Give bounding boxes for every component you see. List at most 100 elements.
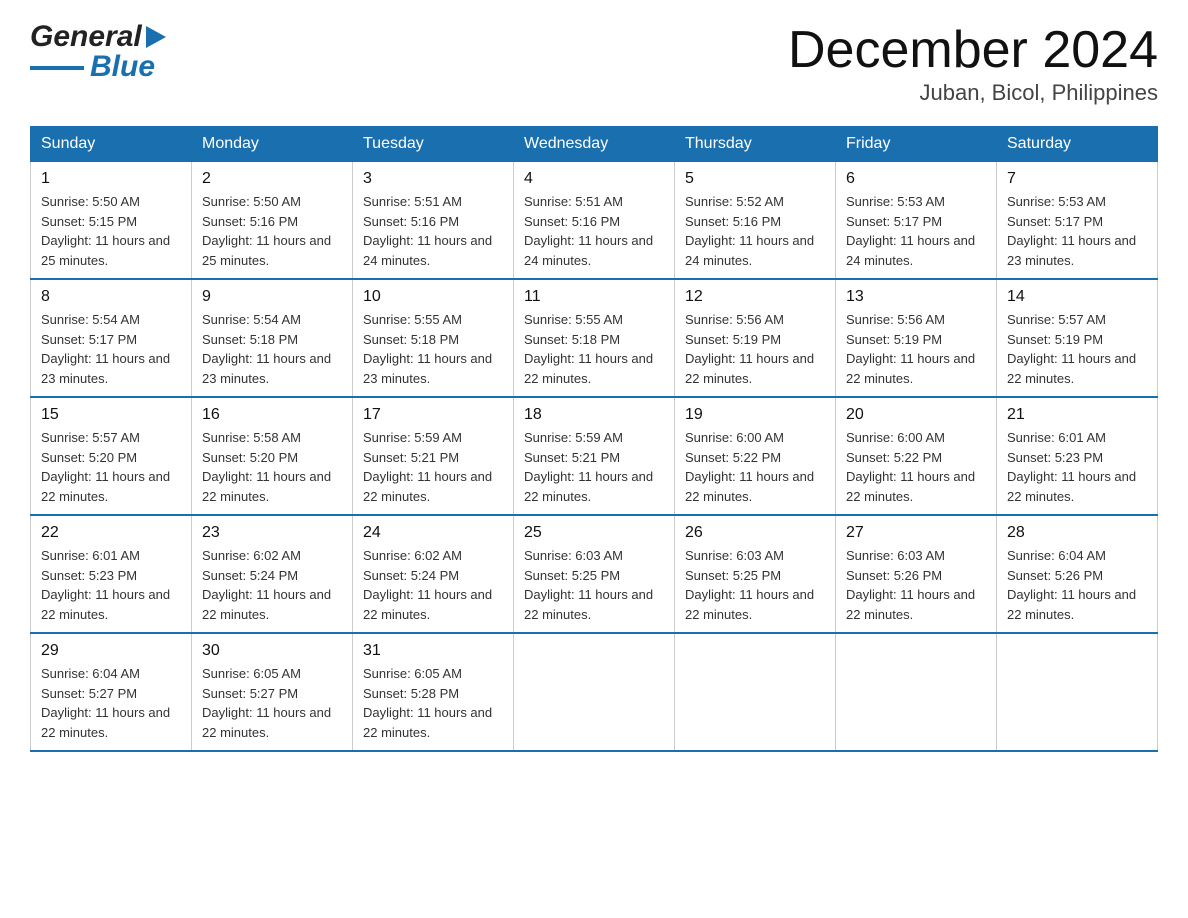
day-number: 21 [1007,406,1147,424]
day-info: Sunrise: 5:59 AMSunset: 5:21 PMDaylight:… [524,430,653,504]
calendar-day-cell [675,633,836,751]
calendar-day-cell: 17 Sunrise: 5:59 AMSunset: 5:21 PMDaylig… [353,397,514,515]
calendar-day-cell: 16 Sunrise: 5:58 AMSunset: 5:20 PMDaylig… [192,397,353,515]
logo-arrow-icon [146,26,166,53]
day-number: 5 [685,170,825,188]
day-info: Sunrise: 6:01 AMSunset: 5:23 PMDaylight:… [1007,430,1136,504]
day-info: Sunrise: 6:04 AMSunset: 5:27 PMDaylight:… [41,666,170,740]
calendar-day-cell: 13 Sunrise: 5:56 AMSunset: 5:19 PMDaylig… [836,279,997,397]
calendar-day-cell: 28 Sunrise: 6:04 AMSunset: 5:26 PMDaylig… [997,515,1158,633]
calendar-header-row: SundayMondayTuesdayWednesdayThursdayFrid… [31,127,1158,162]
calendar-day-cell: 3 Sunrise: 5:51 AMSunset: 5:16 PMDayligh… [353,162,514,280]
day-number: 1 [41,170,181,188]
calendar-week-row: 22 Sunrise: 6:01 AMSunset: 5:23 PMDaylig… [31,515,1158,633]
calendar-day-cell [514,633,675,751]
calendar-week-row: 15 Sunrise: 5:57 AMSunset: 5:20 PMDaylig… [31,397,1158,515]
calendar-table: SundayMondayTuesdayWednesdayThursdayFrid… [30,126,1158,752]
calendar-day-cell: 11 Sunrise: 5:55 AMSunset: 5:18 PMDaylig… [514,279,675,397]
calendar-day-cell: 24 Sunrise: 6:02 AMSunset: 5:24 PMDaylig… [353,515,514,633]
day-number: 28 [1007,524,1147,542]
day-info: Sunrise: 5:50 AMSunset: 5:15 PMDaylight:… [41,194,170,268]
calendar-day-cell: 5 Sunrise: 5:52 AMSunset: 5:16 PMDayligh… [675,162,836,280]
day-number: 2 [202,170,342,188]
calendar-day-header: Wednesday [514,127,675,162]
calendar-day-cell: 30 Sunrise: 6:05 AMSunset: 5:27 PMDaylig… [192,633,353,751]
logo-general-text: General [30,20,142,54]
calendar-day-cell [997,633,1158,751]
calendar-day-header: Friday [836,127,997,162]
day-info: Sunrise: 5:54 AMSunset: 5:18 PMDaylight:… [202,312,331,386]
day-number: 7 [1007,170,1147,188]
day-info: Sunrise: 5:50 AMSunset: 5:16 PMDaylight:… [202,194,331,268]
day-info: Sunrise: 6:02 AMSunset: 5:24 PMDaylight:… [363,548,492,622]
day-info: Sunrise: 5:59 AMSunset: 5:21 PMDaylight:… [363,430,492,504]
day-number: 19 [685,406,825,424]
calendar-day-header: Sunday [31,127,192,162]
day-info: Sunrise: 6:00 AMSunset: 5:22 PMDaylight:… [846,430,975,504]
day-number: 3 [363,170,503,188]
day-info: Sunrise: 6:05 AMSunset: 5:28 PMDaylight:… [363,666,492,740]
day-number: 23 [202,524,342,542]
day-info: Sunrise: 6:00 AMSunset: 5:22 PMDaylight:… [685,430,814,504]
calendar-day-cell: 18 Sunrise: 5:59 AMSunset: 5:21 PMDaylig… [514,397,675,515]
logo: General Blue [30,20,166,84]
day-number: 14 [1007,288,1147,306]
calendar-day-cell: 8 Sunrise: 5:54 AMSunset: 5:17 PMDayligh… [31,279,192,397]
calendar-day-cell: 9 Sunrise: 5:54 AMSunset: 5:18 PMDayligh… [192,279,353,397]
day-number: 24 [363,524,503,542]
calendar-day-header: Thursday [675,127,836,162]
day-info: Sunrise: 5:55 AMSunset: 5:18 PMDaylight:… [363,312,492,386]
calendar-day-cell: 25 Sunrise: 6:03 AMSunset: 5:25 PMDaylig… [514,515,675,633]
calendar-day-cell: 7 Sunrise: 5:53 AMSunset: 5:17 PMDayligh… [997,162,1158,280]
day-info: Sunrise: 5:57 AMSunset: 5:20 PMDaylight:… [41,430,170,504]
day-info: Sunrise: 6:02 AMSunset: 5:24 PMDaylight:… [202,548,331,622]
calendar-day-cell: 26 Sunrise: 6:03 AMSunset: 5:25 PMDaylig… [675,515,836,633]
calendar-day-cell: 15 Sunrise: 5:57 AMSunset: 5:20 PMDaylig… [31,397,192,515]
day-info: Sunrise: 5:57 AMSunset: 5:19 PMDaylight:… [1007,312,1136,386]
calendar-day-cell: 19 Sunrise: 6:00 AMSunset: 5:22 PMDaylig… [675,397,836,515]
calendar-week-row: 29 Sunrise: 6:04 AMSunset: 5:27 PMDaylig… [31,633,1158,751]
day-number: 15 [41,406,181,424]
day-info: Sunrise: 6:01 AMSunset: 5:23 PMDaylight:… [41,548,170,622]
calendar-day-cell: 29 Sunrise: 6:04 AMSunset: 5:27 PMDaylig… [31,633,192,751]
logo-blue-text: Blue [90,50,155,84]
day-number: 12 [685,288,825,306]
day-info: Sunrise: 5:51 AMSunset: 5:16 PMDaylight:… [363,194,492,268]
day-number: 16 [202,406,342,424]
calendar-day-cell: 22 Sunrise: 6:01 AMSunset: 5:23 PMDaylig… [31,515,192,633]
calendar-day-cell: 10 Sunrise: 5:55 AMSunset: 5:18 PMDaylig… [353,279,514,397]
calendar-day-cell: 6 Sunrise: 5:53 AMSunset: 5:17 PMDayligh… [836,162,997,280]
day-number: 20 [846,406,986,424]
day-number: 30 [202,642,342,660]
day-number: 29 [41,642,181,660]
day-info: Sunrise: 5:53 AMSunset: 5:17 PMDaylight:… [846,194,975,268]
calendar-day-cell: 2 Sunrise: 5:50 AMSunset: 5:16 PMDayligh… [192,162,353,280]
calendar-day-cell: 20 Sunrise: 6:00 AMSunset: 5:22 PMDaylig… [836,397,997,515]
day-number: 31 [363,642,503,660]
day-info: Sunrise: 5:52 AMSunset: 5:16 PMDaylight:… [685,194,814,268]
calendar-day-header: Tuesday [353,127,514,162]
month-title: December 2024 [788,20,1158,80]
calendar-week-row: 8 Sunrise: 5:54 AMSunset: 5:17 PMDayligh… [31,279,1158,397]
day-number: 27 [846,524,986,542]
day-number: 9 [202,288,342,306]
calendar-day-header: Saturday [997,127,1158,162]
location-title: Juban, Bicol, Philippines [788,80,1158,106]
day-number: 4 [524,170,664,188]
logo-blue-bar [30,66,84,70]
calendar-day-cell: 23 Sunrise: 6:02 AMSunset: 5:24 PMDaylig… [192,515,353,633]
day-number: 17 [363,406,503,424]
day-info: Sunrise: 6:05 AMSunset: 5:27 PMDaylight:… [202,666,331,740]
calendar-day-cell: 4 Sunrise: 5:51 AMSunset: 5:16 PMDayligh… [514,162,675,280]
calendar-day-cell: 27 Sunrise: 6:03 AMSunset: 5:26 PMDaylig… [836,515,997,633]
page-header: General Blue December 2024 Juban, Bicol,… [30,20,1158,106]
day-info: Sunrise: 5:53 AMSunset: 5:17 PMDaylight:… [1007,194,1136,268]
title-block: December 2024 Juban, Bicol, Philippines [788,20,1158,106]
day-number: 26 [685,524,825,542]
calendar-day-cell: 21 Sunrise: 6:01 AMSunset: 5:23 PMDaylig… [997,397,1158,515]
day-info: Sunrise: 5:58 AMSunset: 5:20 PMDaylight:… [202,430,331,504]
calendar-day-cell: 1 Sunrise: 5:50 AMSunset: 5:15 PMDayligh… [31,162,192,280]
day-info: Sunrise: 6:04 AMSunset: 5:26 PMDaylight:… [1007,548,1136,622]
day-info: Sunrise: 5:55 AMSunset: 5:18 PMDaylight:… [524,312,653,386]
day-number: 11 [524,288,664,306]
